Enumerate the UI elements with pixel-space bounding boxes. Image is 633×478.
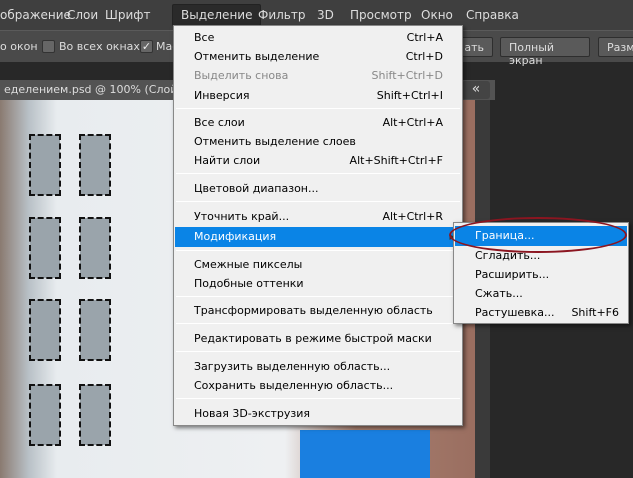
menu-item-deselect-layers[interactable]: Отменить выделение слоев [175,132,461,152]
menu-item-all[interactable]: Все Ctrl+A [175,28,461,48]
menu-select[interactable]: Выделение [172,4,262,26]
menu-item-similar[interactable]: Подобные оттенки [175,274,461,294]
all-windows-checkbox[interactable] [42,40,55,53]
menu-item-all-layers[interactable]: Все слои Alt+Ctrl+A [175,113,461,133]
menu-item-find-layers[interactable]: Найти слои Alt+Shift+Ctrl+F [175,151,461,171]
annotation-ellipse [449,217,627,253]
menu-item-refine-edge[interactable]: Уточнить край... Alt+Ctrl+R [175,207,461,227]
menu-item-deselect[interactable]: Отменить выделение Ctrl+D [175,47,461,67]
fullscreen-button[interactable]: Полный экран [500,37,590,67]
menu-3d[interactable]: 3D [317,8,334,22]
menu-item-3d-extrusion[interactable]: Новая 3D-экструзия [175,404,461,424]
menu-item-modify[interactable]: Модификация▸ [175,227,461,247]
menu-item-quick-mask[interactable]: Редактировать в режиме быстрой маски [175,329,461,349]
mask-checkbox[interactable]: ✓ [140,40,153,53]
blue-object [300,430,430,478]
option-label: о окон [0,40,38,53]
menu-layers[interactable]: Слои [67,8,98,22]
all-windows-label: Во всех окнах [59,40,140,53]
menu-help[interactable]: Справка [466,8,519,22]
menu-item-grow[interactable]: Смежные пикселы [175,255,461,275]
menu-window[interactable]: Окно [421,8,453,22]
menu-item-color-range[interactable]: Цветовой диапазон... [175,179,461,199]
menu-item-save-selection[interactable]: Сохранить выделенную область... [175,376,461,396]
submenu-item-feather[interactable]: Растушевка... Shift+F6 [455,303,627,323]
select-menu-dropdown: Все Ctrl+A Отменить выделение Ctrl+D Выдел… [173,25,463,426]
menu-item-load-selection[interactable]: Загрузить выделенную область... [175,357,461,377]
submenu-item-contract[interactable]: Сжать... [455,284,627,304]
collapse-button[interactable]: « [462,81,490,99]
submenu-item-expand[interactable]: Расширить... [455,265,627,285]
menu-filter[interactable]: Фильтр [258,8,305,22]
menu-item-reselect: Выделить снова Shift+Ctrl+D [194,69,443,82]
menu-type[interactable]: Шрифт [105,8,151,22]
size-button[interactable]: Разм [598,37,633,57]
menu-image[interactable]: ображение [0,8,71,22]
menu-item-transform-selection[interactable]: Трансформировать выделенную область [175,301,461,321]
menu-view[interactable]: Просмотр [350,8,412,22]
menu-item-inverse[interactable]: Инверсия Shift+Ctrl+I [175,86,461,106]
